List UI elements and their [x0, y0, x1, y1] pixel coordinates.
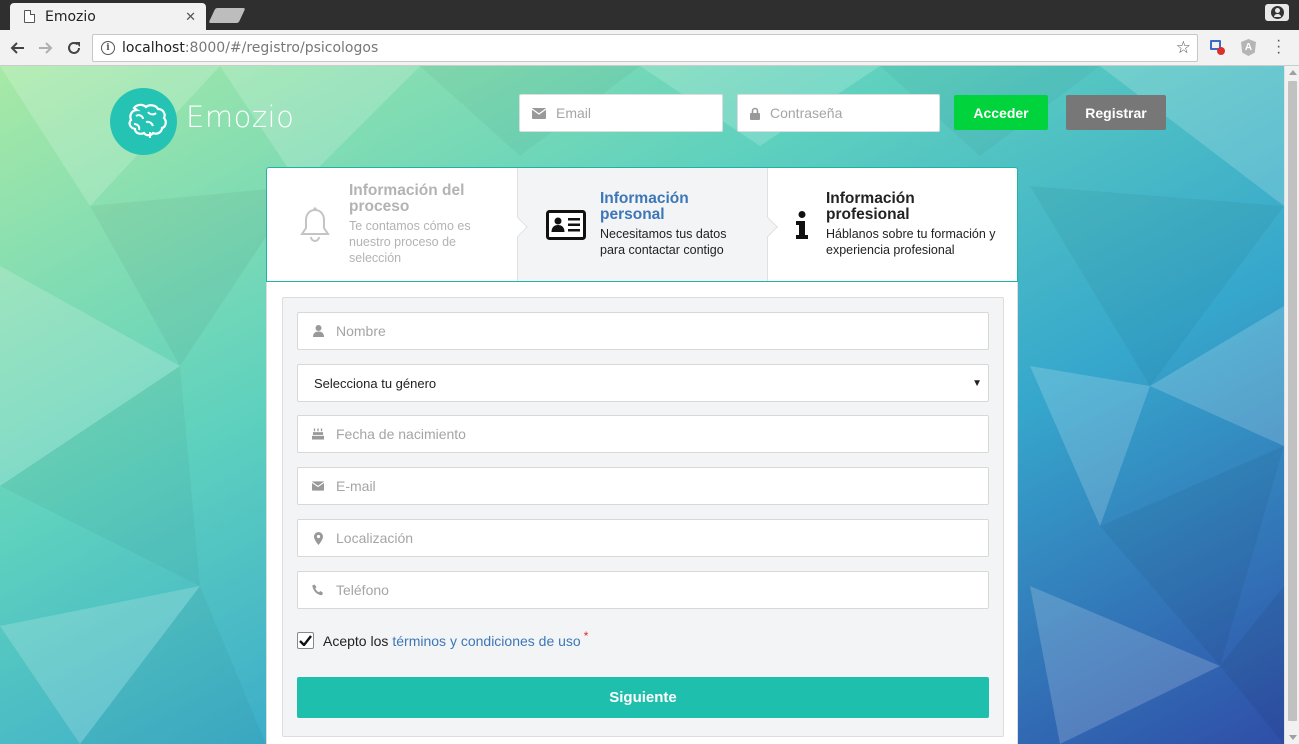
step-title: Información personal — [600, 190, 689, 223]
new-tab-button[interactable] — [208, 8, 246, 23]
page-viewport: Emozio Acceder Registrar Información del… — [0, 66, 1284, 744]
birthdate-field[interactable] — [297, 415, 989, 453]
envelope-icon — [312, 479, 324, 493]
checkmark-icon — [299, 635, 312, 646]
location-input[interactable] — [336, 530, 936, 546]
arrow-right-icon — [39, 42, 53, 54]
scroll-up-arrow-icon[interactable] — [1289, 70, 1297, 75]
arrow-left-icon — [10, 42, 24, 54]
step-title: Información del proceso — [349, 182, 465, 215]
phone-field[interactable] — [297, 571, 989, 609]
gender-select-value: Selecciona tu género — [314, 375, 437, 391]
name-field[interactable] — [297, 312, 989, 350]
email-input[interactable] — [336, 478, 936, 494]
browser-toolbar: i localhost :8000/#/registro/psicologos … — [0, 30, 1299, 66]
brand-logo[interactable] — [110, 88, 177, 155]
page-scrollbar[interactable] — [1284, 66, 1299, 744]
step-text: Información del proceso Te contamos cómo… — [349, 183, 484, 266]
registration-form: Selecciona tu género ▼ — [282, 297, 1004, 737]
required-mark: * — [583, 628, 589, 643]
address-bar[interactable]: i localhost :8000/#/registro/psicologos … — [92, 34, 1198, 62]
step-text: Información personal Necesitamos tus dat… — [600, 191, 740, 258]
page-icon — [24, 10, 35, 23]
registration-form-container: Selecciona tu género ▼ — [266, 282, 1018, 744]
location-field[interactable] — [297, 519, 989, 557]
login-email-field[interactable] — [519, 94, 723, 132]
angular-extension-icon[interactable]: A — [1241, 39, 1256, 56]
forward-button[interactable] — [34, 36, 58, 60]
login-button[interactable]: Acceder — [954, 95, 1048, 130]
register-button[interactable]: Registrar — [1066, 95, 1166, 130]
url-path: :8000/#/registro/psicologos — [184, 40, 379, 56]
tab-title: Emozio — [45, 8, 96, 25]
url-host: localhost — [122, 40, 185, 56]
extension-icon[interactable] — [1210, 40, 1225, 55]
step-professional-info[interactable]: Información profesional Háblanos sobre t… — [767, 168, 1017, 281]
login-password-field[interactable] — [737, 94, 940, 132]
phone-input[interactable] — [336, 582, 936, 598]
birthdate-input[interactable] — [336, 426, 936, 442]
map-marker-icon — [312, 531, 324, 545]
browser-tab-bar: Emozio ✕ — [0, 0, 1299, 30]
profile-button[interactable] — [1265, 4, 1289, 21]
email-field[interactable] — [297, 467, 989, 505]
browser-menu-icon[interactable]: · · · — [1276, 33, 1281, 61]
reload-button[interactable] — [62, 36, 86, 60]
step-process-info[interactable]: Información del proceso Te contamos cómo… — [267, 168, 528, 281]
gender-select[interactable]: Selecciona tu género ▼ — [297, 364, 989, 402]
close-tab-icon[interactable]: ✕ — [185, 9, 196, 25]
bookmark-star-icon[interactable]: ☆ — [1176, 38, 1191, 58]
terms-row: Acepto los términos y condiciones de uso… — [297, 628, 589, 649]
info-icon — [792, 205, 812, 245]
envelope-icon — [532, 107, 546, 119]
step-description: Háblanos sobre tu formación y experienci… — [826, 227, 996, 257]
info-icon[interactable]: i — [101, 41, 115, 55]
step-description: Te contamos cómo es nuestro proceso de s… — [349, 219, 471, 265]
step-personal-info[interactable]: Información personal Necesitamos tus dat… — [517, 168, 778, 281]
back-button[interactable] — [5, 36, 29, 60]
chevron-down-icon: ▼ — [972, 377, 982, 389]
step-text: Información profesional Háblanos sobre t… — [826, 191, 1001, 258]
brand-name[interactable]: Emozio — [186, 100, 294, 134]
step-title: Información profesional — [826, 190, 915, 223]
login-email-input[interactable] — [556, 105, 706, 121]
step-description: Necesitamos tus datos para contactar con… — [600, 227, 727, 257]
birthday-cake-icon — [312, 427, 324, 441]
login-password-input[interactable] — [770, 105, 920, 121]
lock-icon — [750, 107, 760, 120]
next-button[interactable]: Siguiente — [297, 677, 989, 718]
scrollbar-thumb[interactable] — [1288, 81, 1297, 721]
bell-icon — [295, 205, 335, 245]
phone-icon — [312, 583, 324, 597]
reload-icon — [68, 41, 80, 54]
name-input[interactable] — [336, 323, 936, 339]
terms-link[interactable]: términos y condiciones de uso — [392, 633, 580, 649]
registration-steps: Información del proceso Te contamos cómo… — [266, 167, 1018, 282]
brain-icon — [128, 103, 167, 138]
terms-checkbox[interactable] — [297, 632, 314, 649]
browser-tab[interactable]: Emozio ✕ — [10, 3, 206, 30]
terms-prefix: Acepto los — [323, 632, 389, 649]
id-card-icon — [546, 205, 586, 245]
user-icon — [312, 324, 324, 338]
scroll-down-arrow-icon[interactable] — [1289, 735, 1297, 740]
user-icon — [1270, 6, 1284, 19]
